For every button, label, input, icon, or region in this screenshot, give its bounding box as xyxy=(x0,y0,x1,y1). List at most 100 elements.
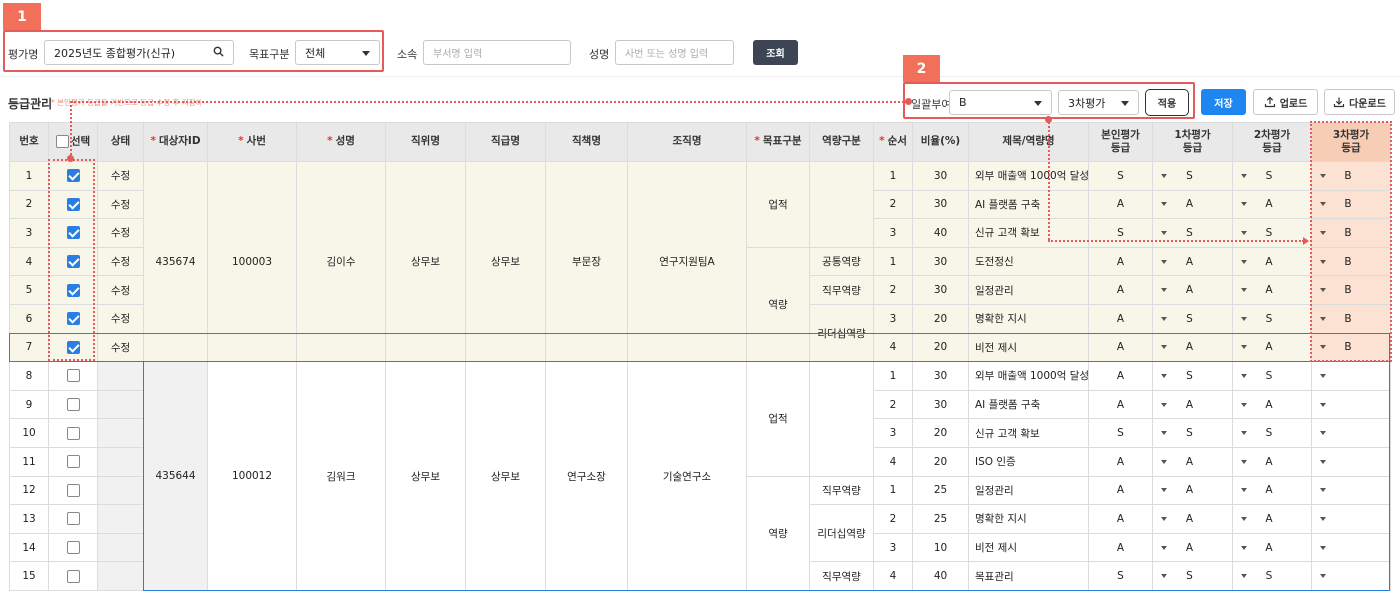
grade-cell[interactable]: A xyxy=(1152,246,1233,277)
grade-cell[interactable]: A xyxy=(1152,475,1233,506)
row-checkbox[interactable] xyxy=(66,455,80,469)
save-button[interactable]: 저장 xyxy=(1201,89,1246,115)
grade-dropdown[interactable]: S xyxy=(1155,570,1230,582)
grade-cell[interactable]: A xyxy=(1232,532,1312,563)
grade-dropdown[interactable]: A xyxy=(1155,399,1230,411)
grade-cell[interactable]: A xyxy=(1232,246,1312,277)
grade-dropdown[interactable]: A xyxy=(1235,542,1309,554)
grade-cell[interactable] xyxy=(1311,446,1391,477)
row-select[interactable] xyxy=(48,361,98,391)
grade-dropdown[interactable]: S xyxy=(1155,170,1230,182)
grade-dropdown[interactable] xyxy=(1314,488,1388,493)
grade-dropdown[interactable]: A xyxy=(1235,284,1309,296)
row-checkbox[interactable] xyxy=(66,398,80,412)
download-button[interactable]: 다운로드 xyxy=(1324,89,1395,115)
row-select[interactable] xyxy=(48,446,98,477)
grade-cell[interactable] xyxy=(1311,389,1391,420)
grade-dropdown[interactable]: A xyxy=(1155,513,1230,525)
row-select[interactable] xyxy=(48,418,98,448)
grade-dropdown[interactable]: A xyxy=(1235,513,1309,525)
grade-dropdown[interactable] xyxy=(1314,373,1388,378)
grade-cell[interactable]: A xyxy=(1232,275,1312,305)
grade-cell[interactable]: S xyxy=(1152,218,1233,248)
grade-dropdown[interactable]: A xyxy=(1155,341,1230,353)
grade-cell[interactable]: A xyxy=(1152,389,1233,420)
select-all-checkbox[interactable] xyxy=(55,135,69,149)
grade-dropdown[interactable]: S xyxy=(1155,313,1230,325)
grade-cell[interactable]: A xyxy=(1232,504,1312,534)
grade-cell[interactable]: A xyxy=(1152,446,1233,477)
row-checkbox[interactable] xyxy=(66,483,80,497)
grade-cell[interactable]: S xyxy=(1152,418,1233,448)
grade-dropdown[interactable] xyxy=(1314,431,1388,436)
grade-cell[interactable]: S xyxy=(1152,303,1233,334)
grade-cell[interactable]: A xyxy=(1152,275,1233,305)
grade-dropdown[interactable]: A xyxy=(1155,456,1230,468)
grade-dropdown[interactable]: S xyxy=(1235,370,1309,382)
grade-dropdown[interactable]: S xyxy=(1235,427,1309,439)
grade-cell[interactable] xyxy=(1311,532,1391,563)
row-checkbox[interactable] xyxy=(66,512,80,526)
search-button[interactable]: 조회 xyxy=(753,40,798,65)
grade-dropdown[interactable]: A xyxy=(1155,284,1230,296)
grade-dropdown[interactable]: S xyxy=(1235,170,1309,182)
grade-dropdown[interactable]: S xyxy=(1235,570,1309,582)
grade-cell[interactable]: S xyxy=(1152,161,1233,191)
bulk-round-select[interactable]: 3차평가 xyxy=(1058,90,1139,115)
grade-dropdown[interactable]: A xyxy=(1235,456,1309,468)
table-row[interactable]: 1 수정 435674 100003 김이수 상무보 상무보 부문장 연구지원팀A 업적 1 30 외부… xyxy=(9,160,1391,363)
grade-dropdown[interactable]: A xyxy=(1155,256,1230,268)
grade-cell[interactable]: A xyxy=(1232,475,1312,506)
grade-dropdown[interactable]: A xyxy=(1155,484,1230,496)
upload-button[interactable]: 업로드 xyxy=(1253,89,1318,115)
grade-cell[interactable]: S xyxy=(1152,561,1233,591)
bulk-grade-select[interactable]: B xyxy=(949,90,1052,115)
grade-dropdown[interactable]: A xyxy=(1235,256,1309,268)
grade-cell[interactable]: A xyxy=(1152,532,1233,563)
apply-button[interactable]: 적용 xyxy=(1145,89,1189,116)
grade-dropdown[interactable] xyxy=(1314,516,1388,521)
grade-cell[interactable]: S xyxy=(1232,418,1312,448)
grade-cell[interactable] xyxy=(1311,504,1391,534)
grade-cell[interactable] xyxy=(1311,475,1391,506)
grade-cell[interactable]: S xyxy=(1232,561,1312,591)
table-row[interactable]: 8 435644 100012 김워크 상무보 상무보 연구소장 기술연구소 업적 1 30 외부 매… xyxy=(9,361,1391,591)
grade-dropdown[interactable] xyxy=(1314,574,1388,579)
grade-cell[interactable] xyxy=(1311,361,1391,391)
grade-dropdown[interactable]: A xyxy=(1235,341,1309,353)
grade-cell[interactable]: A xyxy=(1232,389,1312,420)
grade-dropdown[interactable]: A xyxy=(1235,484,1309,496)
dept-input[interactable]: 부서명 입력 xyxy=(423,40,571,65)
grade-cell[interactable]: S xyxy=(1152,361,1233,391)
grade-dropdown[interactable]: A xyxy=(1235,399,1309,411)
row-select[interactable] xyxy=(48,532,98,563)
row-checkbox[interactable] xyxy=(66,541,80,555)
grade-cell[interactable] xyxy=(1311,418,1391,448)
grade-dropdown[interactable]: A xyxy=(1155,542,1230,554)
row-checkbox[interactable] xyxy=(66,569,80,583)
grade-dropdown[interactable]: S xyxy=(1155,370,1230,382)
grade-cell[interactable]: A xyxy=(1232,189,1312,220)
grade-dropdown[interactable] xyxy=(1314,459,1388,464)
row-select[interactable] xyxy=(48,561,98,591)
row-select[interactable] xyxy=(48,475,98,506)
grade-dropdown[interactable] xyxy=(1314,402,1388,407)
grade-cell[interactable]: S xyxy=(1232,361,1312,391)
name-input[interactable]: 사번 또는 성명 입력 xyxy=(615,40,734,65)
grade-cell[interactable]: A xyxy=(1232,332,1312,363)
grade-cell[interactable]: A xyxy=(1152,504,1233,534)
grade-cell[interactable] xyxy=(1311,561,1391,591)
grade-dropdown[interactable]: S xyxy=(1235,313,1309,325)
grade-cell[interactable]: S xyxy=(1232,303,1312,334)
grade-dropdown[interactable]: A xyxy=(1235,198,1309,210)
grade-cell[interactable]: S xyxy=(1232,161,1312,191)
grade-dropdown[interactable]: S xyxy=(1155,227,1230,239)
grade-dropdown[interactable]: S xyxy=(1155,427,1230,439)
grade-cell[interactable]: A xyxy=(1232,446,1312,477)
grade-dropdown[interactable]: A xyxy=(1155,198,1230,210)
row-select[interactable] xyxy=(48,504,98,534)
grade-dropdown[interactable]: S xyxy=(1235,227,1309,239)
row-checkbox[interactable] xyxy=(66,426,80,440)
grade-cell[interactable]: A xyxy=(1152,189,1233,220)
grade-cell[interactable]: S xyxy=(1232,218,1312,248)
